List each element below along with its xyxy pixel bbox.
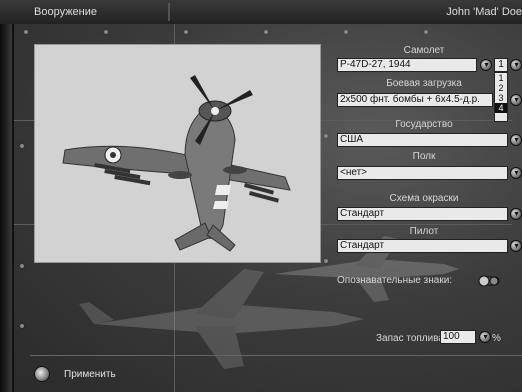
chevron-down-icon: ▼ xyxy=(513,243,520,250)
aircraft-model-image xyxy=(62,75,291,252)
rivet xyxy=(344,30,348,34)
fuel-unit: % xyxy=(492,333,501,344)
chevron-down-icon: ▼ xyxy=(513,62,520,69)
title-divider xyxy=(168,3,170,21)
chevron-down-icon: ▼ xyxy=(482,334,489,341)
aircraft-select[interactable]: P-47D-27, 1944 xyxy=(337,58,477,72)
rivet xyxy=(424,30,428,34)
rivet xyxy=(184,30,188,34)
rivet xyxy=(324,134,328,138)
rivet xyxy=(20,144,24,148)
aircraft-count-option[interactable]: 3 xyxy=(495,93,507,103)
pilot-select[interactable]: Стандарт xyxy=(337,239,508,253)
paint-scheme-label: Схема окраски xyxy=(389,193,459,204)
rivet xyxy=(264,30,268,34)
regiment-select[interactable]: <нет> xyxy=(337,166,508,180)
country-dropdown-button[interactable]: ▼ xyxy=(510,134,522,146)
chevron-down-icon: ▼ xyxy=(513,97,520,104)
loadout-dropdown-button[interactable]: ▼ xyxy=(510,94,522,106)
aircraft-count-dropdown-button[interactable]: ▼ xyxy=(510,59,522,71)
footer-divider xyxy=(30,355,522,356)
rivet xyxy=(24,30,28,34)
loadout-label: Боевая загрузка xyxy=(386,78,462,89)
armament-screen: Вооружение John 'Mad' Doe Самолет P-47D-… xyxy=(0,0,522,392)
chevron-down-icon: ▼ xyxy=(513,211,520,218)
aircraft-preview xyxy=(34,44,321,263)
paint-scheme-select[interactable]: Стандарт xyxy=(337,207,508,221)
rivet xyxy=(20,324,24,328)
rivet xyxy=(104,30,108,34)
left-edge-strip xyxy=(0,24,12,392)
aircraft-dropdown-button[interactable]: ▼ xyxy=(480,59,492,71)
apply-button[interactable]: Применить xyxy=(64,369,116,380)
fuel-dropdown-button[interactable]: ▼ xyxy=(479,331,491,343)
loadout-select[interactable]: 2x500 фнт. бомбы + 6x4.5-д.р. xyxy=(337,93,493,107)
aircraft-count-option-selected[interactable]: 4 xyxy=(495,103,507,113)
rivet xyxy=(20,264,24,268)
country-label: Государство xyxy=(395,119,453,130)
regiment-label: Полк xyxy=(412,151,436,162)
fuel-input[interactable]: 100 xyxy=(440,330,476,344)
paint-scheme-dropdown-button[interactable]: ▼ xyxy=(510,208,522,220)
globe-icon[interactable] xyxy=(34,366,50,382)
pilot-dropdown-button[interactable]: ▼ xyxy=(510,240,522,252)
pilot-label: Пилот xyxy=(409,226,439,237)
screen-title: Вооружение xyxy=(34,6,98,18)
insignia-label: Опознавательные знаки: xyxy=(337,275,453,286)
aircraft-label: Самолет xyxy=(403,45,445,56)
fuel-label: Запас топлива xyxy=(376,333,444,344)
regiment-dropdown-button[interactable]: ▼ xyxy=(510,167,522,179)
title-bar: Вооружение John 'Mad' Doe xyxy=(0,0,522,25)
chevron-down-icon: ▼ xyxy=(513,137,520,144)
chevron-down-icon: ▼ xyxy=(483,62,490,69)
toggle-icon[interactable] xyxy=(478,275,500,287)
player-name: John 'Mad' Doe xyxy=(446,6,522,18)
aircraft-count-select[interactable]: 1 xyxy=(494,58,508,72)
country-select[interactable]: США xyxy=(337,133,508,147)
chevron-down-icon: ▼ xyxy=(513,170,520,177)
